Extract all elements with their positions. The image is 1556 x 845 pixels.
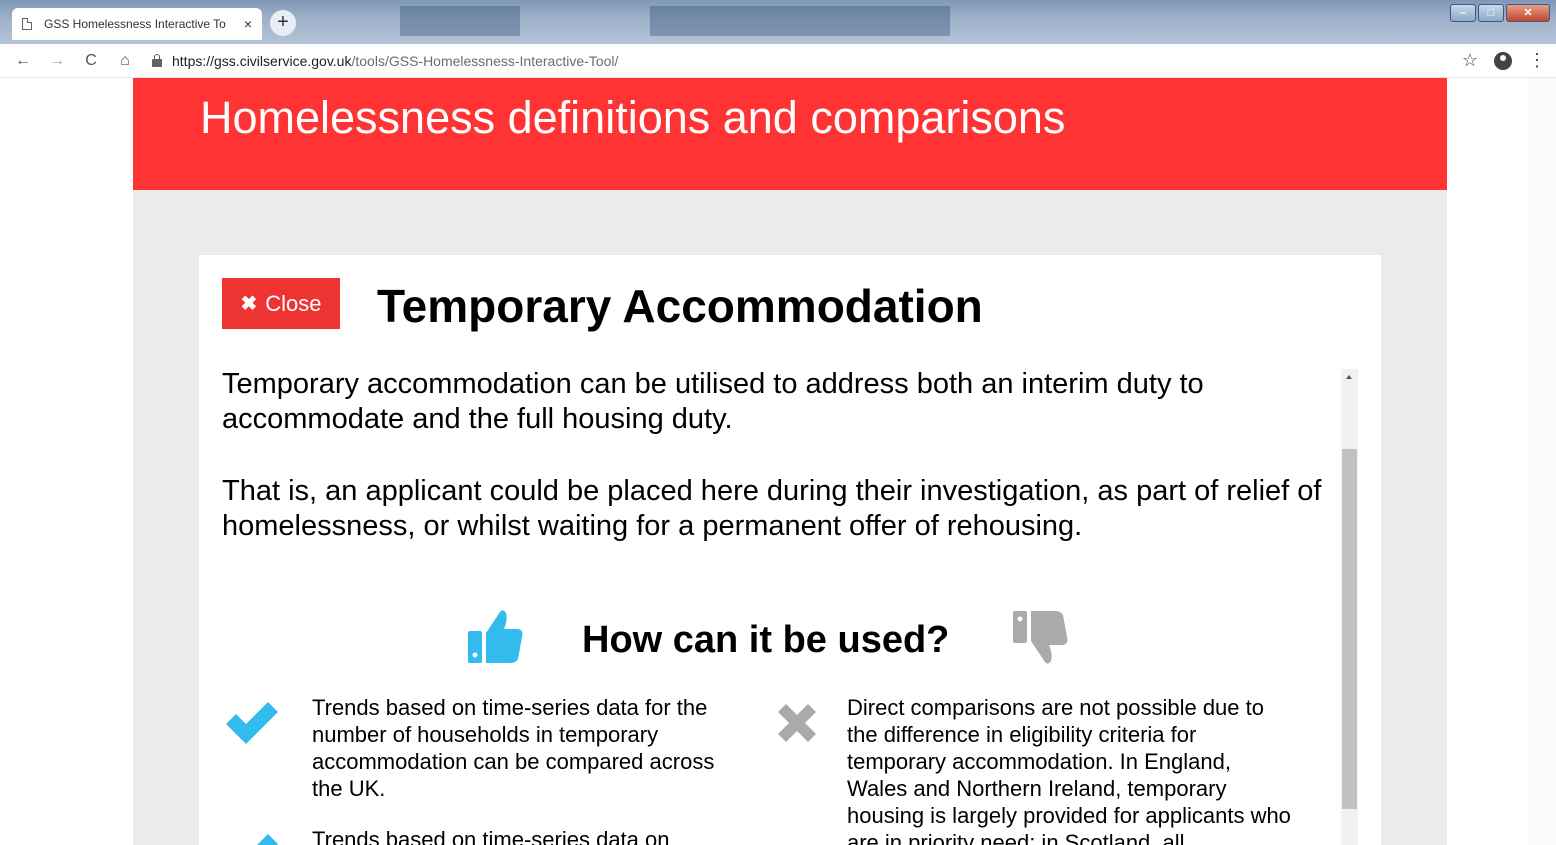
browser-toolbar: ← → C ⌂ https://gss.civilservice.gov.uk /… <box>0 44 1556 78</box>
modal-scrollbar[interactable] <box>1341 369 1358 845</box>
new-tab-button[interactable]: + <box>270 10 296 36</box>
page-title: Homelessness definitions and comparisons <box>200 92 1066 143</box>
cross-icon <box>778 704 816 742</box>
pro-text: Trends based on time-series data for the… <box>312 695 715 801</box>
check-icon <box>257 834 278 845</box>
window-controls: – □ ✕ <box>1450 4 1550 22</box>
tab-close-icon[interactable]: × <box>244 16 252 32</box>
pros-list: Trends based on time-series data for the… <box>222 694 742 845</box>
browser-tab[interactable]: GSS Homelessness Interactive To × <box>12 8 262 40</box>
description-paragraph: Temporary accommodation can be utilised … <box>222 368 1204 435</box>
thumbs-up-icon <box>468 610 523 663</box>
lock-icon <box>152 53 162 67</box>
titlebar-band <box>650 6 950 36</box>
thumbs-down-icon <box>1013 611 1068 664</box>
pro-text: Trends based on time-series data on <box>312 827 670 845</box>
list-item: Trends based on time-series data for the… <box>222 694 742 802</box>
page-scrollbar[interactable] <box>1528 78 1556 845</box>
scroll-up-arrow-icon[interactable] <box>1346 375 1352 379</box>
usage-heading: How can it be used? <box>222 607 1332 677</box>
minimize-button[interactable]: – <box>1450 4 1476 22</box>
modal-content: Temporary accommodation can be utilised … <box>222 367 1332 845</box>
forward-button[interactable]: → <box>46 52 68 70</box>
con-text: Direct comparisons are not possible due … <box>847 695 1291 845</box>
list-item: Direct comparisons are not possible due … <box>772 694 1292 845</box>
page-viewport: Homelessness definitions and comparisons… <box>0 78 1556 845</box>
home-button[interactable]: ⌂ <box>114 52 136 70</box>
close-button[interactable]: ✖ Close <box>222 278 340 329</box>
definition-modal: ✖ Close Temporary Accommodation Temporar… <box>199 255 1381 845</box>
toolbar-actions: ☆ ⋮ <box>1462 50 1546 71</box>
browser-titlebar: GSS Homelessness Interactive To × + – □ … <box>0 0 1556 44</box>
bookmark-star-icon[interactable]: ☆ <box>1462 50 1478 71</box>
scrollbar-thumb[interactable] <box>1342 449 1357 809</box>
url-path: /tools/GSS-Homelessness-Interactive-Tool… <box>351 52 619 69</box>
cons-list: Direct comparisons are not possible due … <box>772 694 1292 845</box>
address-bar[interactable]: https://gss.civilservice.gov.uk/tools/GS… <box>152 53 1462 69</box>
back-button[interactable]: ← <box>12 52 34 70</box>
close-label: Close <box>265 290 322 316</box>
modal-title: Temporary Accommodation <box>377 280 983 332</box>
hero-banner: Homelessness definitions and comparisons <box>133 78 1447 190</box>
check-icon <box>226 702 278 744</box>
window-close-button[interactable]: ✕ <box>1506 4 1550 22</box>
usage-title: How can it be used? <box>582 619 950 661</box>
maximize-button[interactable]: □ <box>1478 4 1504 22</box>
page-icon <box>22 18 32 30</box>
titlebar-band <box>400 6 520 36</box>
menu-icon[interactable]: ⋮ <box>1528 50 1546 71</box>
tab-title: GSS Homelessness Interactive To <box>44 17 226 31</box>
description-paragraph: That is, an applicant could be placed he… <box>222 475 1322 542</box>
close-icon: ✖ <box>240 293 258 315</box>
account-icon[interactable] <box>1494 51 1512 70</box>
url-domain: https://gss.civilservice.gov.uk <box>172 52 352 69</box>
reload-button[interactable]: C <box>80 52 102 70</box>
list-item: Trends based on time-series data on <box>222 826 742 845</box>
